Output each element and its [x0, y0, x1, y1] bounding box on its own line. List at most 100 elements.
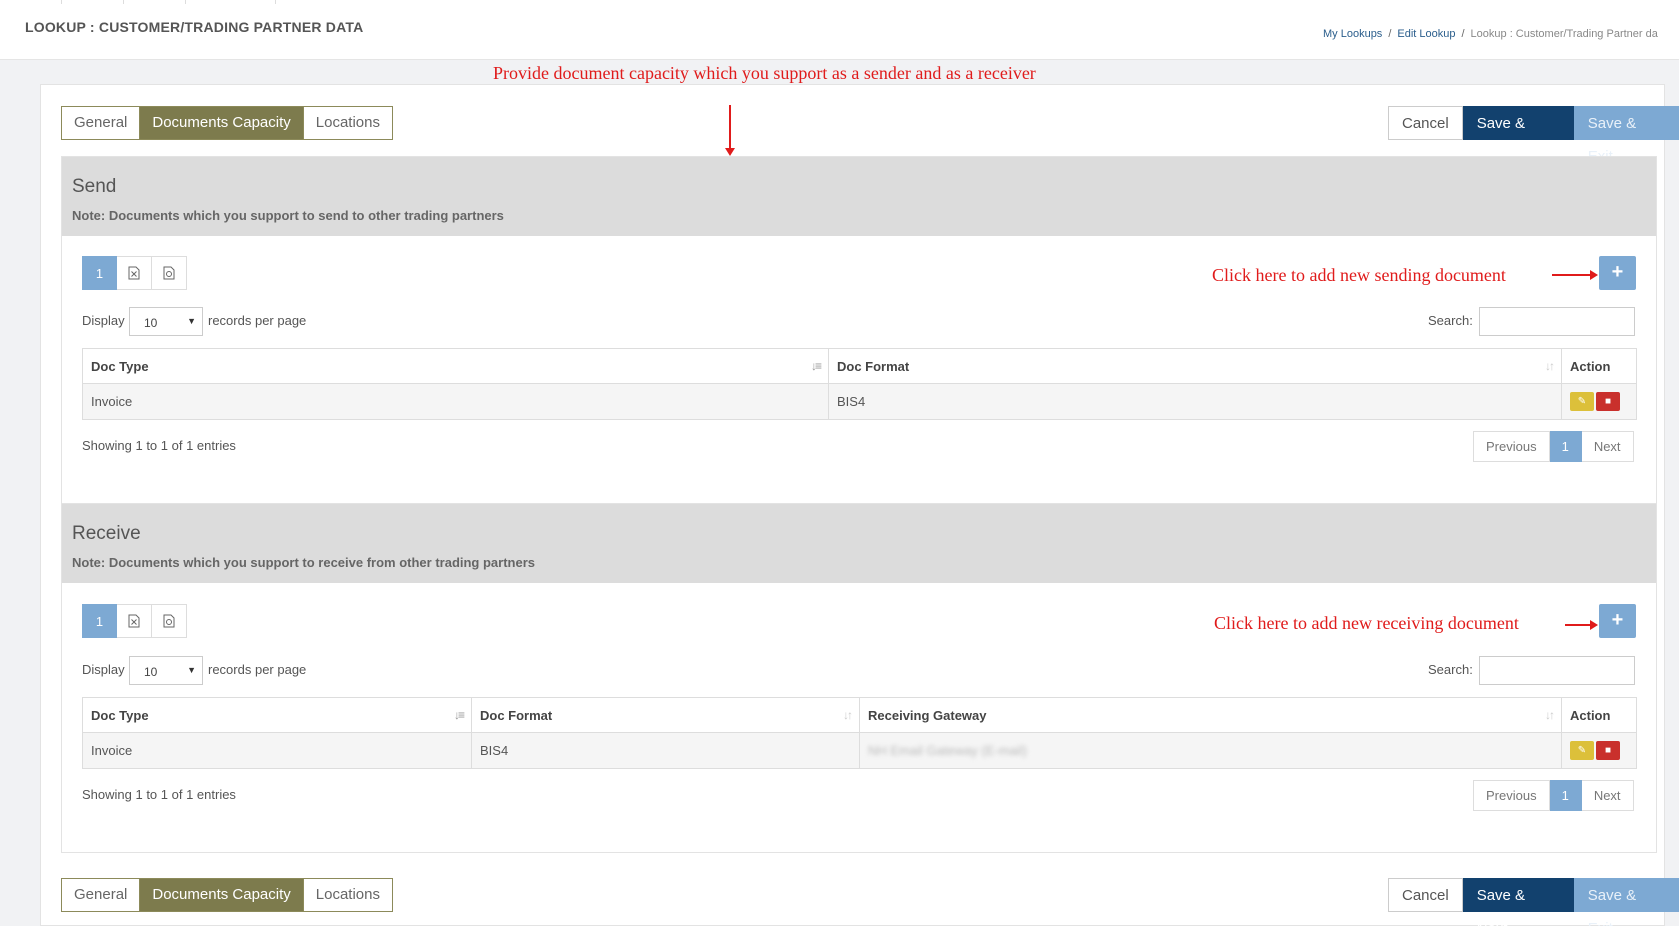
annotation-receive-add: Click here to add new receiving document	[1214, 613, 1519, 633]
send-cell-action: ✎ ■	[1561, 383, 1637, 420]
sort-icon: ↓↑	[1545, 359, 1555, 373]
receive-title: Receive	[72, 523, 141, 544]
receive-col-doc-type[interactable]: Doc Type ↓≡	[82, 697, 472, 733]
page-title: LOOKUP : CUSTOMER/TRADING PARTNER DATA	[25, 19, 364, 35]
send-add-button[interactable]: +	[1599, 256, 1636, 290]
send-title: Send	[72, 176, 117, 197]
send-cell-doc-type: Invoice	[82, 383, 829, 420]
receive-col-action: Action	[1561, 697, 1637, 733]
action-buttons-bottom: Cancel Save & Next Save & Exit	[1388, 878, 1679, 926]
send-page-1-button[interactable]: 1	[82, 256, 117, 290]
top-tab[interactable]	[62, 0, 124, 4]
receive-search-label: Search:	[1428, 662, 1473, 677]
receive-per-page-value: 10	[144, 665, 158, 679]
send-col-doc-type[interactable]: Doc Type ↓≡	[82, 348, 829, 384]
tab-documents-capacity[interactable]: Documents Capacity	[140, 106, 304, 140]
tab-bar-top: General Documents Capacity Locations	[61, 106, 393, 140]
annotation-arrow-send	[1552, 270, 1598, 280]
receive-search-input[interactable]	[1479, 656, 1635, 685]
excel-export-icon[interactable]	[117, 256, 152, 290]
breadcrumb-my-lookups[interactable]: My Lookups	[1323, 28, 1382, 40]
annotation-arrow-down	[725, 105, 735, 156]
top-tab[interactable]	[0, 0, 62, 4]
annotation-send-add: Click here to add new sending document	[1212, 265, 1506, 285]
receive-section: Receive Note: Documents which you suppor…	[61, 504, 1657, 853]
receive-export-group: 1	[82, 604, 187, 638]
excel-export-icon[interactable]	[117, 604, 152, 638]
csv-export-icon[interactable]	[152, 604, 187, 638]
receive-showing-info: Showing 1 to 1 of 1 entries	[82, 787, 236, 802]
send-per-page-select[interactable]: 10 ▼	[129, 307, 203, 336]
receive-per-page-select[interactable]: 10 ▼	[129, 656, 203, 685]
tab-general[interactable]: General	[61, 106, 141, 140]
receive-records-label: records per page	[208, 662, 307, 677]
send-pagination: Previous 1 Next	[1473, 431, 1634, 462]
breadcrumb-current: Lookup : Customer/Trading Partner da	[1470, 28, 1658, 40]
cancel-button[interactable]: Cancel	[1388, 878, 1463, 912]
send-col-action: Action	[1561, 348, 1637, 384]
receive-note: Note: Documents which you support to rec…	[72, 555, 536, 570]
trash-icon[interactable]: ■	[1596, 392, 1620, 411]
save-next-button[interactable]: Save & Next	[1462, 106, 1574, 165]
receive-pagination: Previous 1 Next	[1473, 780, 1634, 811]
top-tab-strip	[0, 0, 300, 4]
caret-down-icon: ▼	[187, 316, 196, 326]
tab-locations[interactable]: Locations	[303, 878, 393, 912]
send-records-label: records per page	[208, 313, 307, 328]
send-previous-button[interactable]: Previous	[1473, 431, 1550, 462]
send-section-header: Send Note: Documents which you support t…	[62, 157, 1656, 236]
annotation-arrow-receive	[1565, 620, 1598, 630]
save-next-button[interactable]: Save & Next	[1462, 878, 1574, 926]
csv-export-icon[interactable]	[152, 256, 187, 290]
tab-general[interactable]: General	[61, 878, 141, 912]
receive-display-label: Display	[82, 662, 125, 677]
action-buttons-top: Cancel Save & Next Save & Exit	[1388, 106, 1679, 165]
receive-col-doc-format[interactable]: Doc Format ↓↑	[471, 697, 860, 733]
send-export-group: 1	[82, 256, 187, 290]
receive-next-button[interactable]: Next	[1581, 780, 1634, 811]
breadcrumb-edit-lookup[interactable]: Edit Lookup	[1397, 28, 1455, 40]
save-exit-button[interactable]: Save & Exit	[1573, 878, 1679, 926]
cancel-button[interactable]: Cancel	[1388, 106, 1463, 140]
send-page-current[interactable]: 1	[1549, 431, 1582, 462]
sort-asc-icon: ↓≡	[453, 708, 465, 722]
caret-down-icon: ▼	[187, 665, 196, 675]
receive-section-header: Receive Note: Documents which you suppor…	[62, 504, 1656, 583]
receive-cell-doc-type: Invoice	[82, 732, 472, 769]
save-exit-button[interactable]: Save & Exit	[1573, 106, 1679, 165]
send-per-page-value: 10	[144, 316, 158, 330]
send-note: Note: Documents which you support to sen…	[72, 208, 504, 223]
receive-add-button[interactable]: +	[1599, 604, 1636, 638]
receive-cell-doc-format: BIS4	[471, 732, 860, 769]
table-row: Invoice BIS4 NH Email Gateway (E-mail) ✎…	[82, 732, 1637, 769]
plus-icon: +	[1611, 609, 1624, 631]
receive-page-current[interactable]: 1	[1549, 780, 1582, 811]
send-col-doc-format[interactable]: Doc Format ↓↑	[828, 348, 1562, 384]
receive-cell-action: ✎ ■	[1561, 732, 1637, 769]
send-next-button[interactable]: Next	[1581, 431, 1634, 462]
top-tab[interactable]	[186, 0, 276, 4]
send-cell-doc-format: BIS4	[828, 383, 1562, 420]
sort-asc-icon: ↓≡	[810, 359, 822, 373]
receive-col-gateway[interactable]: Receiving Gateway ↓↑	[859, 697, 1562, 733]
tab-bar-bottom: General Documents Capacity Locations	[61, 878, 393, 912]
edit-icon[interactable]: ✎	[1570, 392, 1594, 411]
edit-icon[interactable]: ✎	[1570, 741, 1594, 760]
receive-page-1-button[interactable]: 1	[82, 604, 117, 638]
table-row: Invoice BIS4 ✎ ■	[82, 383, 1637, 420]
send-search-input[interactable]	[1479, 307, 1635, 336]
breadcrumb: My Lookups / Edit Lookup / Lookup : Customer…	[1323, 28, 1658, 40]
send-showing-info: Showing 1 to 1 of 1 entries	[82, 438, 236, 453]
tab-locations[interactable]: Locations	[303, 106, 393, 140]
send-table: Doc Type ↓≡ Doc Format ↓↑ Action Invoice B…	[82, 348, 1637, 420]
plus-icon: +	[1611, 261, 1624, 283]
tab-documents-capacity[interactable]: Documents Capacity	[140, 878, 304, 912]
receive-previous-button[interactable]: Previous	[1473, 780, 1550, 811]
annotation-top: Provide document capacity which you supp…	[493, 63, 1036, 83]
send-display-label: Display	[82, 313, 125, 328]
sort-icon: ↓↑	[843, 708, 853, 722]
page-header: LOOKUP : CUSTOMER/TRADING PARTNER DATA M…	[0, 0, 1679, 60]
trash-icon[interactable]: ■	[1596, 741, 1620, 760]
send-section: Send Note: Documents which you support t…	[61, 156, 1657, 504]
top-tab[interactable]	[124, 0, 186, 4]
